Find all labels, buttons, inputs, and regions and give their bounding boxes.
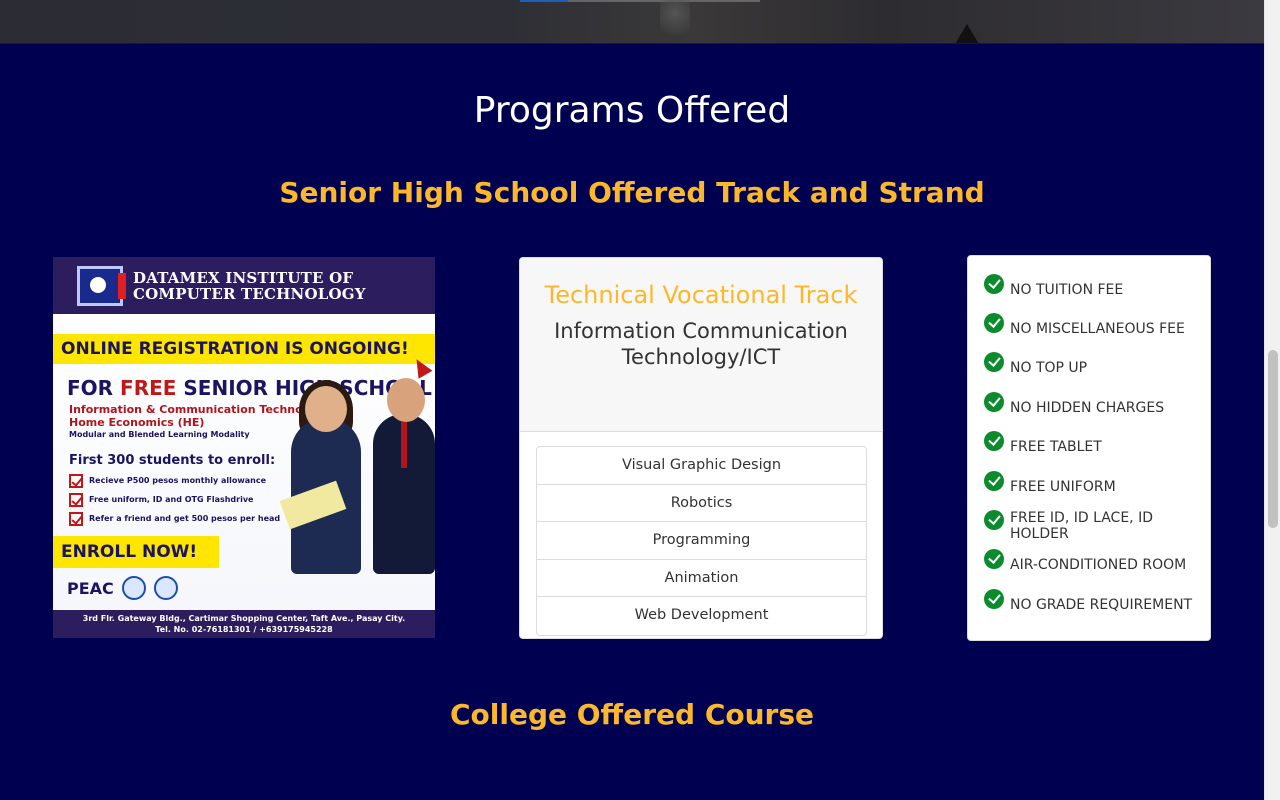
benefit-label: NO TOP UP bbox=[1010, 360, 1088, 377]
poster-footer: 3rd Flr. Gateway Bldg., Cartimar Shoppin… bbox=[53, 610, 435, 638]
poster-address: 3rd Flr. Gateway Bldg., Cartimar Shoppin… bbox=[82, 614, 406, 623]
page-scrollbar[interactable] bbox=[1264, 0, 1280, 800]
track-name: Technical Vocational Track bbox=[544, 281, 858, 309]
poster-registration-banner: ONLINE REGISTRATION IS ONGOING! bbox=[53, 334, 435, 364]
check-circle-icon bbox=[984, 352, 1004, 373]
checkbox-icon bbox=[69, 511, 83, 526]
checkbox-icon bbox=[69, 473, 83, 488]
check-circle-icon bbox=[984, 549, 1004, 570]
enrollment-poster: DATAMEX INSTITUTE OF COMPUTER TECHNOLOGY… bbox=[53, 257, 435, 638]
poster-school-name: DATAMEX INSTITUTE OF COMPUTER TECHNOLOGY bbox=[133, 270, 366, 302]
benefit-label: FREE UNIFORM bbox=[1010, 478, 1116, 495]
list-item: Visual Graphic Design bbox=[537, 447, 866, 485]
check-circle-icon bbox=[984, 273, 1004, 294]
checkbox-icon bbox=[69, 492, 83, 507]
list-item: Web Development bbox=[634, 607, 769, 623]
poster-body: ONLINE REGISTRATION IS ONGOING! FOR FREE… bbox=[53, 314, 435, 638]
check-circle-icon bbox=[984, 431, 1004, 452]
poster-headline-prefix: FOR bbox=[67, 376, 121, 400]
benefit-label: AIR-CONDITIONED ROOM bbox=[1010, 557, 1187, 574]
benefit-item: FREE TABLET bbox=[984, 426, 1210, 465]
benefit-label: NO TUITION FEE bbox=[1010, 281, 1124, 298]
benefit-item: NO TOP UP bbox=[984, 347, 1210, 386]
check-circle-icon bbox=[984, 470, 1004, 491]
poster-perk: Free uniform, ID and OTG Flashdrive bbox=[69, 490, 280, 509]
poster-perk: Refer a friend and get 500 pesos per hea… bbox=[69, 509, 280, 528]
poster-headline-free: FREE bbox=[120, 376, 177, 400]
list-item: Robotics bbox=[537, 485, 866, 522]
poster-students-image bbox=[253, 378, 435, 574]
college-title: College Offered Course bbox=[450, 698, 814, 731]
benefit-label: FREE TABLET bbox=[1010, 439, 1102, 456]
benefits-card: NO TUITION FEE NO MISCELLANEOUS FEE NO T… bbox=[967, 255, 1211, 641]
benefit-label: NO HIDDEN CHARGES bbox=[1010, 399, 1165, 416]
tesda-seal-icon bbox=[153, 576, 178, 600]
poster-phone: Tel. No. 02-76181301 / +639175945228 bbox=[155, 625, 333, 634]
list-item: Programming bbox=[537, 522, 866, 560]
benefit-item: FREE UNIFORM bbox=[984, 465, 1210, 504]
track-card: Technical Vocational Track Information C… bbox=[519, 257, 883, 639]
hero-image-strip bbox=[0, 0, 1264, 44]
check-circle-icon bbox=[984, 510, 1004, 531]
poster-perk-label: Free uniform, ID and OTG Flashdrive bbox=[89, 495, 254, 504]
poster-perk: Recieve P500 pesos monthly allowance bbox=[69, 471, 280, 490]
poster-perk-label: Refer a friend and get 500 pesos per hea… bbox=[89, 514, 281, 523]
poster-perk-label: Recieve P500 pesos monthly allowance bbox=[89, 476, 267, 485]
poster-school-line1: DATAMEX INSTITUTE OF bbox=[133, 268, 354, 287]
check-circle-icon bbox=[984, 313, 1004, 334]
poster-school-line2: COMPUTER TECHNOLOGY bbox=[133, 284, 366, 303]
strand-name: Information Communication Technology/ICT bbox=[554, 319, 848, 369]
check-circle-icon bbox=[984, 391, 1004, 412]
hero-figure bbox=[660, 0, 690, 43]
hero-shape bbox=[955, 24, 979, 43]
poster-modality: Modular and Blended Learning Modality bbox=[69, 430, 250, 439]
poster-first300: First 300 students to enroll: bbox=[69, 453, 276, 468]
check-circle-icon bbox=[984, 588, 1004, 609]
scrollbar-thumb[interactable] bbox=[1268, 350, 1278, 528]
poster-enroll-now: ENROLL NOW! bbox=[53, 536, 219, 568]
benefit-item: NO GRADE REQUIREMENT bbox=[984, 583, 1210, 622]
poster-header: DATAMEX INSTITUTE OF COMPUTER TECHNOLOGY bbox=[53, 257, 435, 314]
hero-accent bbox=[520, 0, 568, 2]
benefit-item: AIR-CONDITIONED ROOM bbox=[984, 544, 1210, 583]
benefit-item: FREE ID, ID LACE, ID HOLDER bbox=[984, 504, 1210, 543]
benefit-item: NO TUITION FEE bbox=[984, 268, 1210, 307]
poster-perks-list: Recieve P500 pesos monthly allowance Fre… bbox=[69, 471, 280, 528]
specialization-list: Visual Graphic Design Robotics Programmi… bbox=[536, 446, 867, 636]
deped-seal-icon bbox=[121, 576, 146, 600]
benefit-item: NO MISCELLANEOUS FEE bbox=[984, 307, 1210, 346]
benefit-item: NO HIDDEN CHARGES bbox=[984, 386, 1210, 425]
peac-logo: PEAC bbox=[67, 578, 114, 598]
benefit-label: NO MISCELLANEOUS FEE bbox=[1010, 321, 1185, 338]
poster-accreditation-logos: PEAC bbox=[67, 576, 178, 600]
benefit-label: FREE ID, ID LACE, ID HOLDER bbox=[1010, 510, 1153, 543]
programs-section: Programs Offered Senior High School Offe… bbox=[0, 44, 1264, 800]
list-item: Animation bbox=[537, 560, 866, 597]
shs-title: Senior High School Offered Track and Str… bbox=[279, 176, 985, 209]
track-card-header: Technical Vocational Track Information C… bbox=[520, 258, 882, 432]
school-logo-icon bbox=[77, 265, 126, 306]
benefit-label: NO GRADE REQUIREMENT bbox=[1010, 596, 1193, 613]
section-title: Programs Offered bbox=[473, 90, 791, 131]
